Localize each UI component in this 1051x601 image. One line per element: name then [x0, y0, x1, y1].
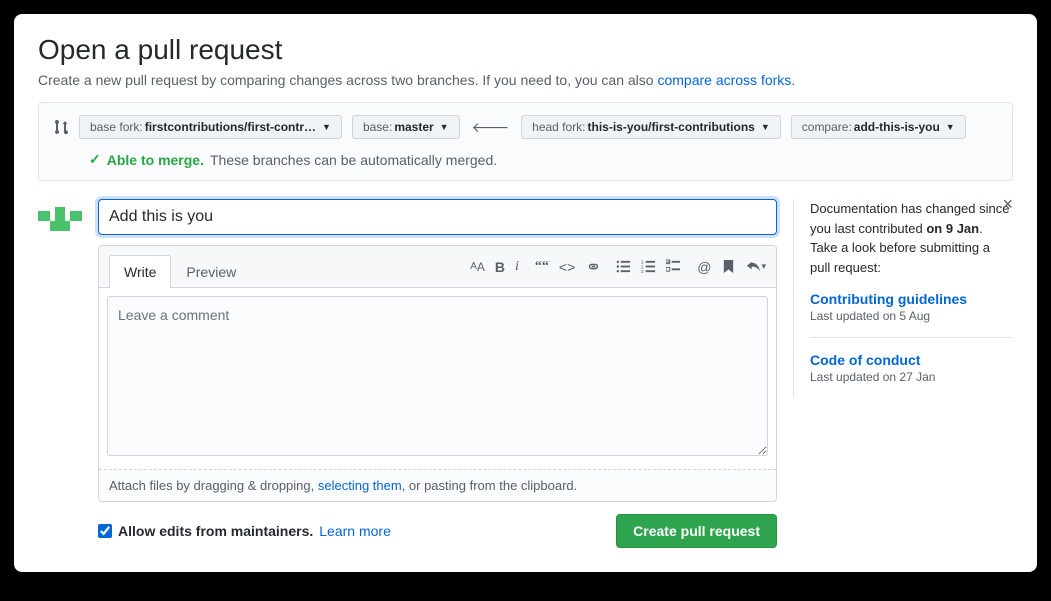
contributing-guidelines-link[interactable]: Contributing guidelines: [810, 291, 1013, 307]
unordered-list-icon[interactable]: [616, 259, 631, 274]
text-size-icon[interactable]: AA: [470, 260, 485, 274]
ordered-list-icon[interactable]: 123: [641, 259, 656, 274]
caret-down-icon: ▼: [946, 122, 955, 132]
pr-title-input[interactable]: [98, 199, 777, 235]
comment-box: Write Preview AA B i ““ <>: [98, 245, 777, 502]
mention-icon[interactable]: @: [697, 259, 711, 275]
create-pr-button[interactable]: Create pull request: [616, 514, 777, 548]
task-list-icon[interactable]: [666, 259, 681, 274]
head-fork-selector[interactable]: head fork: this-is-you/first-contributio…: [521, 115, 781, 139]
bold-icon[interactable]: B: [495, 259, 505, 275]
learn-more-link[interactable]: Learn more: [319, 523, 391, 539]
code-icon[interactable]: <>: [559, 259, 575, 275]
avatar: [38, 199, 82, 243]
caret-down-icon: ▼: [761, 122, 770, 132]
page-subtitle: Create a new pull request by comparing c…: [38, 72, 1013, 88]
link-icon[interactable]: [585, 259, 600, 274]
caret-down-icon: ▼: [322, 122, 331, 132]
base-branch-selector[interactable]: base: master▼: [352, 115, 460, 139]
compare-box: base fork: firstcontributions/first-cont…: [38, 102, 1013, 181]
allow-edits-checkbox[interactable]: [98, 524, 112, 538]
check-icon: ✓: [89, 151, 101, 168]
git-compare-icon: [53, 119, 69, 135]
tab-write[interactable]: Write: [109, 255, 171, 288]
allow-edits-row[interactable]: Allow edits from maintainers. Learn more: [98, 523, 391, 539]
tab-preview[interactable]: Preview: [171, 255, 251, 288]
code-of-conduct-link[interactable]: Code of conduct: [810, 352, 1013, 368]
compare-forks-link[interactable]: compare across forks: [657, 72, 791, 88]
select-files-link[interactable]: selecting them: [318, 478, 402, 493]
sidebar-notice: × Documentation has changed since you la…: [793, 199, 1013, 398]
comment-textarea[interactable]: [107, 296, 768, 456]
arrow-left-icon: 🡐: [470, 119, 512, 136]
divider: [810, 337, 1013, 338]
attach-hint: Attach files by dragging & dropping, sel…: [99, 469, 776, 501]
compare-branch-selector[interactable]: compare: add-this-is-you▼: [791, 115, 966, 139]
reply-icon[interactable]: ▾: [746, 259, 766, 274]
svg-text:3: 3: [641, 269, 644, 274]
base-fork-selector[interactable]: base fork: firstcontributions/first-cont…: [79, 115, 342, 139]
notice-text: Documentation has changed since you last…: [810, 199, 1013, 277]
italic-icon[interactable]: i: [515, 259, 519, 275]
merge-status: ✓ Able to merge. These branches can be a…: [53, 151, 998, 168]
markdown-toolbar: AA B i ““ <> 123: [470, 259, 766, 283]
close-icon[interactable]: ×: [1002, 195, 1013, 213]
contributing-updated: Last updated on 5 Aug: [810, 309, 1013, 323]
caret-down-icon: ▼: [440, 122, 449, 132]
bookmark-icon[interactable]: [721, 259, 736, 274]
page-title: Open a pull request: [38, 34, 1013, 66]
quote-icon[interactable]: ““: [535, 259, 549, 275]
coc-updated: Last updated on 27 Jan: [810, 370, 1013, 384]
